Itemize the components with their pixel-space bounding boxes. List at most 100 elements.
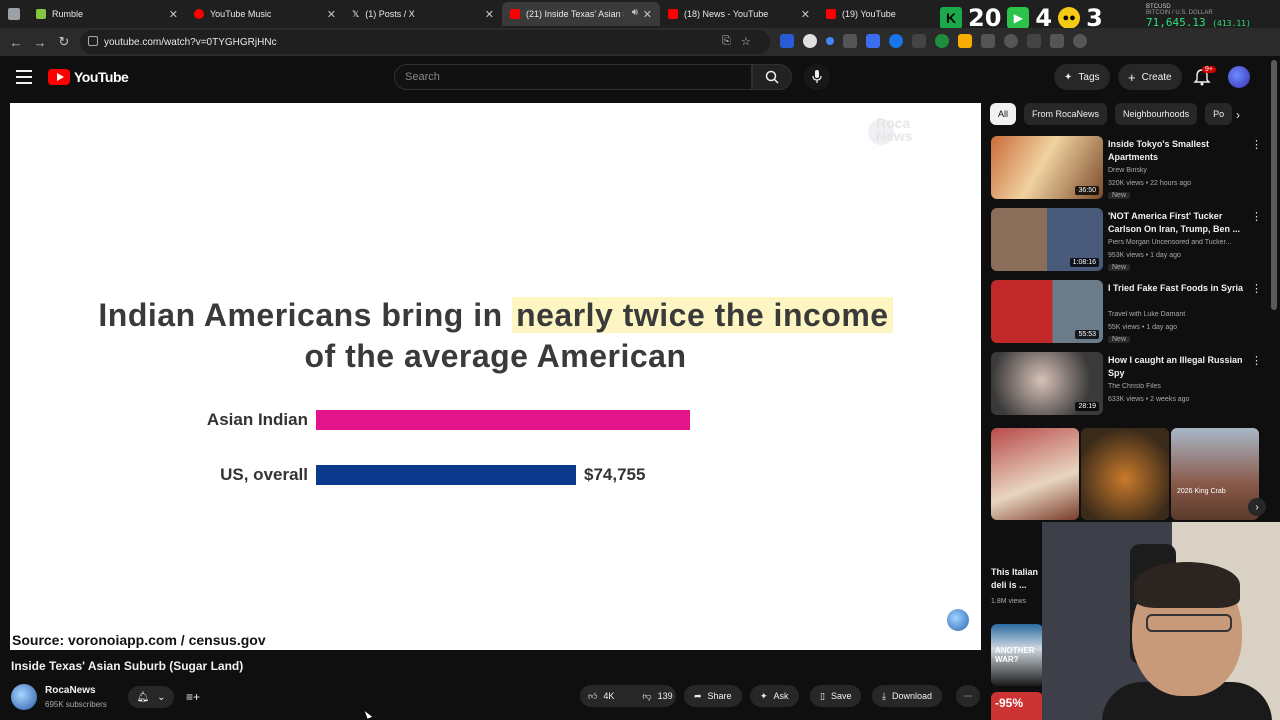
short-thumbnail[interactable]: ANOTHER WAR? — [991, 624, 1043, 686]
youtube-play-logo-icon — [48, 69, 70, 85]
bar-asian-indian — [316, 410, 690, 430]
video-player[interactable]: Roca News Indian Americans bring in near… — [10, 103, 981, 650]
close-tab-icon[interactable]: ✕ — [801, 8, 810, 21]
search-button[interactable] — [752, 64, 792, 90]
rec-meta: 320K views • 22 hours ago — [1108, 180, 1192, 187]
devtools-icon[interactable] — [1027, 34, 1041, 48]
share-button[interactable]: ➦ Share — [684, 685, 742, 707]
headline-plain: Indian Americans bring in — [98, 297, 513, 333]
short-thumbnail[interactable] — [991, 428, 1079, 520]
more-vertical-icon[interactable]: ⋮ — [1251, 138, 1262, 151]
browser-tab-news-youtube[interactable]: (18) News - YouTube ✕ — [660, 2, 818, 26]
short-title[interactable]: This Italian deli is ... — [991, 566, 1043, 592]
rec-channel[interactable]: Piers Morgan Uncensored and Tucker... — [1108, 239, 1246, 246]
source-caption: Source: voronoiapp.com / census.gov — [12, 632, 266, 648]
account-avatar[interactable] — [1228, 66, 1250, 88]
cast-icon[interactable]: ⎘ — [722, 35, 731, 48]
short-thumbnail[interactable] — [1081, 428, 1169, 520]
back-arrow-icon[interactable]: ← — [4, 30, 28, 54]
like-dislike-group: 👍︎ 4K 👎︎ 139 — [580, 685, 676, 707]
notification-count-badge: 9+ — [1202, 66, 1216, 73]
video-thumbnail[interactable]: 28:19 — [991, 352, 1103, 415]
more-actions-button[interactable]: ⋯ — [956, 685, 980, 707]
short-thumbnail[interactable]: 2026 King Crab — [1171, 428, 1259, 520]
url-bar[interactable]: youtube.com/watch?v=0TYGHGRjHNc — [80, 30, 770, 54]
tab-label: (1) Posts / X — [365, 9, 415, 19]
shorts-next-button[interactable]: › — [1248, 498, 1266, 516]
extension-icon[interactable] — [843, 34, 857, 48]
save-button[interactable]: ▯ Save — [810, 685, 862, 707]
browser-tab-youtube[interactable]: (19) YouTube — [818, 2, 940, 26]
search-input[interactable]: Search — [394, 64, 752, 90]
chip-truncated[interactable]: Po — [1205, 103, 1233, 125]
channel-name[interactable]: RocaNews — [45, 685, 96, 696]
extension-icon[interactable] — [958, 34, 972, 48]
chevron-down-icon: ⌄ — [157, 691, 166, 703]
close-tab-icon[interactable]: ✕ — [327, 8, 336, 21]
menu-icon[interactable] — [16, 70, 32, 88]
youtube-logo[interactable]: YouTube — [48, 69, 129, 85]
browser-tab-x-posts[interactable]: 𝕏 (1) Posts / X ✕ — [344, 2, 502, 26]
more-vertical-icon[interactable]: ⋮ — [1251, 354, 1262, 367]
video-thumbnail[interactable]: 36:50 — [991, 136, 1103, 199]
rec-channel[interactable]: The Christo Files — [1108, 383, 1246, 390]
recommended-video[interactable]: 36:50 Inside Tokyo's Smallest Apartments… — [991, 136, 1262, 200]
new-badge: New — [1108, 336, 1131, 343]
extension-icon[interactable] — [826, 37, 834, 45]
channel-avatar[interactable] — [11, 684, 37, 710]
chip-neighbourhoods[interactable]: Neighbourhoods — [1115, 103, 1198, 125]
extension-icon[interactable] — [912, 34, 926, 48]
more-vertical-icon[interactable]: ⋮ — [1251, 282, 1262, 295]
tags-button[interactable]: ✦ Tags — [1054, 64, 1110, 90]
page-scrollbar[interactable] — [1271, 60, 1277, 310]
video-thumbnail[interactable]: 55:53 — [991, 280, 1103, 343]
extension-icon[interactable] — [780, 34, 794, 48]
extension-icon[interactable] — [935, 34, 949, 48]
browser-tab-active-video[interactable]: (21) Inside Texas' Asian Sub 🔊︎ ✕ — [502, 2, 660, 26]
close-tab-icon[interactable]: ✕ — [485, 8, 494, 21]
playlist-add-icon[interactable]: ≡+ — [182, 686, 204, 708]
rec-title[interactable]: Inside Tokyo's Smallest Apartments — [1108, 138, 1246, 164]
chip-all[interactable]: All — [990, 103, 1017, 125]
play-icon: ▶ — [1007, 7, 1030, 29]
browser-tab-youtube-music[interactable]: YouTube Music ✕ — [186, 2, 344, 26]
puzzle-icon[interactable] — [981, 34, 995, 48]
extension-icon[interactable] — [866, 34, 880, 48]
zoom-icon[interactable] — [1073, 34, 1087, 48]
bar-us-overall — [316, 465, 576, 485]
chevron-right-icon[interactable]: › — [1236, 108, 1240, 122]
close-tab-icon[interactable]: ✕ — [169, 8, 178, 21]
rec-channel[interactable]: Drew Binsky — [1108, 167, 1246, 174]
browser-tab-rumble[interactable]: Rumble ✕ — [28, 2, 186, 26]
dislike-button[interactable]: 👎︎ 139 — [634, 685, 680, 707]
tab-search-icon[interactable] — [0, 0, 28, 28]
download-tray-icon[interactable] — [1050, 34, 1064, 48]
like-button[interactable]: 👍︎ 4K — [580, 685, 622, 707]
short-thumbnail[interactable]: -95% — [991, 692, 1043, 720]
rec-channel[interactable]: Travel with Luke Damant — [1108, 311, 1246, 318]
chip-from-rocanews[interactable]: From RocaNews — [1024, 103, 1108, 125]
rec-title[interactable]: How I caught an Illegal Russian Spy — [1108, 354, 1246, 380]
short-thumbnail-text: ANOTHER WAR? — [995, 646, 1035, 664]
rec-title[interactable]: I Tried Fake Fast Foods in Syria — [1108, 282, 1246, 295]
create-button[interactable]: + Create — [1118, 64, 1182, 90]
recommended-video[interactable]: 1:08:16 'NOT America First' Tucker Carls… — [991, 208, 1262, 272]
subscription-bell-button[interactable]: 🔔︎ ⌄ — [128, 686, 174, 708]
speaker-icon[interactable]: 🔊︎ — [632, 7, 638, 18]
bookmark-star-icon[interactable]: ☆ — [741, 35, 751, 48]
close-tab-icon[interactable]: ✕ — [643, 8, 652, 21]
voice-search-button[interactable] — [804, 64, 830, 90]
video-thumbnail[interactable]: 1:08:16 — [991, 208, 1103, 271]
extension-icon[interactable] — [889, 34, 903, 48]
recommended-video[interactable]: 55:53 I Tried Fake Fast Foods in Syria T… — [991, 280, 1262, 344]
download-button[interactable]: ⤓ Download — [872, 685, 943, 707]
rec-title[interactable]: 'NOT America First' Tucker Carlson On Ir… — [1108, 210, 1246, 236]
reload-icon[interactable]: ↻ — [52, 30, 76, 54]
recommended-video[interactable]: 28:19 How I caught an Illegal Russian Sp… — [991, 352, 1262, 416]
ask-button[interactable]: ✦ Ask — [750, 685, 799, 707]
forward-arrow-icon[interactable]: → — [28, 30, 52, 54]
extension-icon[interactable] — [803, 34, 817, 48]
site-info-icon[interactable] — [88, 36, 98, 46]
history-icon[interactable] — [1004, 34, 1018, 48]
more-vertical-icon[interactable]: ⋮ — [1251, 210, 1262, 223]
